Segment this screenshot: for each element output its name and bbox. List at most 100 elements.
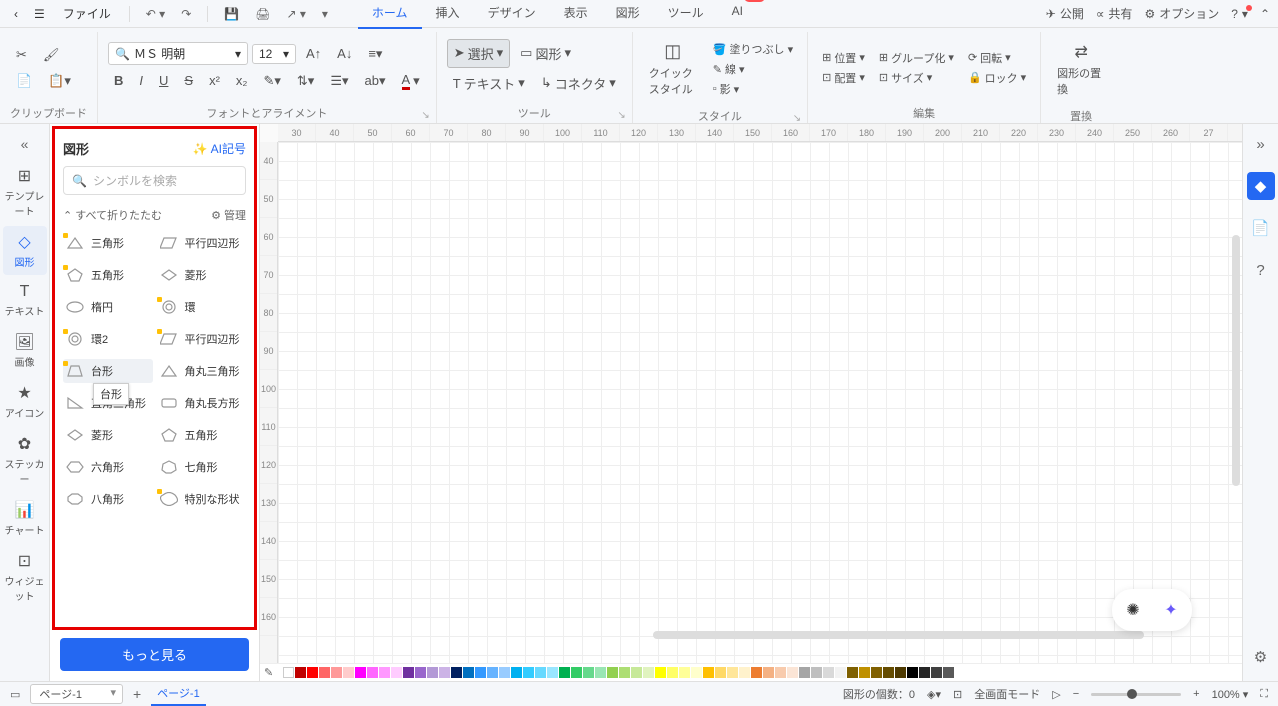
- shape-item[interactable]: 環2: [63, 327, 153, 351]
- color-swatch[interactable]: [559, 667, 570, 678]
- color-swatch[interactable]: [607, 667, 618, 678]
- size-button[interactable]: ⊡ サイズ ▾: [875, 68, 958, 88]
- rail-item-7[interactable]: ⊡ウィジェット: [3, 545, 47, 609]
- shape-item[interactable]: 角丸長方形: [157, 391, 247, 415]
- color-swatch[interactable]: [775, 667, 786, 678]
- color-swatch[interactable]: [895, 667, 906, 678]
- zoom-value[interactable]: 100% ▾: [1212, 688, 1249, 701]
- color-swatch[interactable]: [427, 667, 438, 678]
- shape-item[interactable]: 楕円: [63, 295, 153, 319]
- shadow-button[interactable]: ▫ 影 ▾: [709, 79, 797, 99]
- color-swatch[interactable]: [907, 667, 918, 678]
- color-swatch[interactable]: [439, 667, 450, 678]
- color-swatch[interactable]: [835, 667, 846, 678]
- line-spacing-button[interactable]: ⇅▾: [291, 69, 320, 93]
- color-swatch[interactable]: [691, 667, 702, 678]
- tab-shapes[interactable]: 図形: [602, 0, 654, 29]
- color-swatch[interactable]: [883, 667, 894, 678]
- scrollbar-horizontal[interactable]: [653, 631, 1144, 639]
- color-swatch[interactable]: [331, 667, 342, 678]
- rail-item-0[interactable]: ⊞テンプレート: [3, 160, 47, 224]
- redo-button[interactable]: ↷: [175, 7, 197, 21]
- color-swatch[interactable]: [547, 667, 558, 678]
- font-color-button[interactable]: A▾: [396, 68, 426, 94]
- color-swatch[interactable]: [307, 667, 318, 678]
- shape-item[interactable]: 八角形: [63, 487, 153, 511]
- color-swatch[interactable]: [847, 667, 858, 678]
- rail-item-1[interactable]: ◇図形: [3, 226, 47, 275]
- layers-button[interactable]: ◈▾: [927, 688, 941, 701]
- export-button[interactable]: ↗ ▾: [280, 7, 311, 21]
- position-button[interactable]: ⊞ 位置 ▾: [818, 48, 869, 68]
- save-button[interactable]: 💾: [218, 7, 245, 21]
- color-swatch[interactable]: [403, 667, 414, 678]
- help-panel-button[interactable]: ?: [1247, 256, 1275, 284]
- eyedropper-icon[interactable]: ✎: [264, 666, 282, 679]
- select-tool-button[interactable]: ➤ 選択 ▾: [447, 39, 510, 68]
- line-button[interactable]: ✎ 線 ▾: [709, 59, 797, 79]
- color-swatch[interactable]: [943, 667, 954, 678]
- color-swatch[interactable]: [475, 667, 486, 678]
- color-swatch[interactable]: [763, 667, 774, 678]
- color-swatch[interactable]: [391, 667, 402, 678]
- arrange-button[interactable]: ⊡ 配置 ▾: [818, 68, 869, 88]
- color-swatch[interactable]: [667, 667, 678, 678]
- color-swatch[interactable]: [919, 667, 930, 678]
- scrollbar-vertical[interactable]: [1232, 235, 1240, 486]
- color-swatch[interactable]: [715, 667, 726, 678]
- color-swatch[interactable]: [571, 667, 582, 678]
- page-tab[interactable]: ページ-1: [151, 682, 206, 706]
- page-select[interactable]: ページ-1: [30, 684, 123, 704]
- color-swatch[interactable]: [319, 667, 330, 678]
- color-swatch[interactable]: [703, 667, 714, 678]
- notes-button[interactable]: 📄: [1247, 214, 1275, 242]
- shape-item[interactable]: 七角形: [157, 455, 247, 479]
- font-select[interactable]: 🔍 ＭＳ 明朝 ▾: [108, 42, 248, 65]
- copy-button[interactable]: 📄: [10, 69, 38, 93]
- color-swatch[interactable]: [583, 667, 594, 678]
- color-swatch[interactable]: [799, 667, 810, 678]
- shape-item[interactable]: 平行四辺形: [157, 231, 247, 255]
- replace-shape-button[interactable]: ⇄図形の置換: [1051, 32, 1111, 106]
- shape-item[interactable]: 五角形: [63, 263, 153, 287]
- strike-button[interactable]: S: [178, 69, 199, 92]
- highlight-button[interactable]: ✎▾: [257, 69, 286, 93]
- expand-button[interactable]: ⛶: [1260, 688, 1268, 701]
- color-swatch[interactable]: [739, 667, 750, 678]
- list-button[interactable]: ☰▾: [324, 69, 354, 93]
- subscript-button[interactable]: x₂: [230, 69, 254, 92]
- grow-font-button[interactable]: A↑: [300, 42, 327, 65]
- shape-item[interactable]: 環: [157, 295, 247, 319]
- play-button[interactable]: ▷: [1052, 688, 1060, 701]
- tab-insert[interactable]: 挿入: [422, 0, 474, 29]
- color-swatch[interactable]: [295, 667, 306, 678]
- paste-button[interactable]: 📋▾: [42, 69, 77, 93]
- brightness-button[interactable]: ✺: [1118, 595, 1148, 625]
- text-case-button[interactable]: ab▾: [359, 69, 392, 93]
- color-swatch[interactable]: [487, 667, 498, 678]
- settings-button[interactable]: ⚙: [1247, 643, 1275, 671]
- properties-button[interactable]: ◆: [1247, 172, 1275, 200]
- color-swatch[interactable]: [643, 667, 654, 678]
- color-swatch[interactable]: [859, 667, 870, 678]
- color-swatch[interactable]: [727, 667, 738, 678]
- collapse-ribbon-button[interactable]: ⌃: [1260, 7, 1270, 21]
- quickstyle-button[interactable]: ◫クイックスタイル: [643, 32, 703, 106]
- undo-button[interactable]: ↶ ▾: [140, 7, 171, 21]
- color-swatch[interactable]: [451, 667, 462, 678]
- tab-design[interactable]: デザイン: [474, 0, 550, 29]
- bold-button[interactable]: B: [108, 69, 129, 92]
- help-button[interactable]: ? ▾: [1231, 7, 1248, 21]
- share-button[interactable]: ∝ 共有: [1096, 5, 1133, 22]
- no-fill-swatch[interactable]: [283, 667, 294, 678]
- expand-right-button[interactable]: »: [1247, 130, 1275, 158]
- collapse-all-button[interactable]: ⌃ すべて折りたたむ: [63, 207, 162, 223]
- color-swatch[interactable]: [751, 667, 762, 678]
- tab-home[interactable]: ホーム: [358, 0, 422, 29]
- more-button[interactable]: ▾: [316, 7, 334, 21]
- hamburger-icon[interactable]: ☰: [28, 7, 51, 21]
- color-swatch[interactable]: [871, 667, 882, 678]
- shape-tool-button[interactable]: ▭ 図形 ▾: [514, 40, 577, 67]
- tab-view[interactable]: 表示: [550, 0, 602, 29]
- color-swatch[interactable]: [523, 667, 534, 678]
